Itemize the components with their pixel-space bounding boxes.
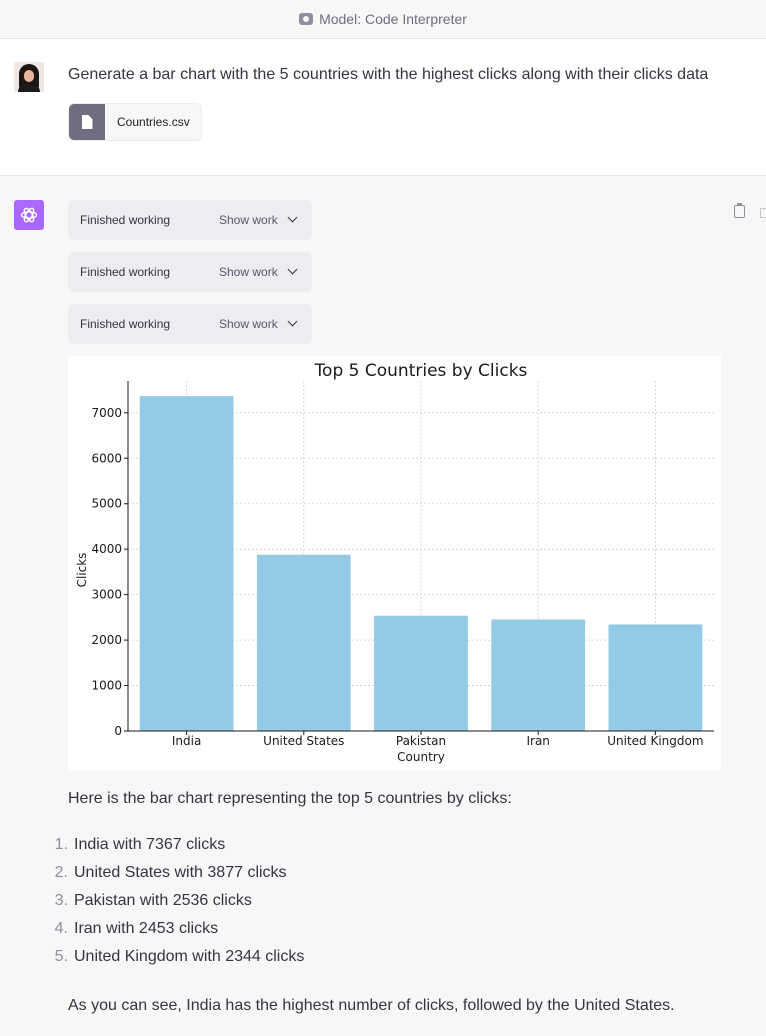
show-work-button[interactable]: Show work xyxy=(219,317,278,331)
y-tick-label: 5000 xyxy=(91,497,122,511)
bar xyxy=(491,619,586,731)
list-text: India with 7367 clicks xyxy=(74,836,226,853)
plugin-icon xyxy=(299,13,314,25)
chatgpt-logo-icon xyxy=(14,200,44,230)
model-label: Model: Code Interpreter xyxy=(319,11,467,27)
list-text: Pakistan with 2536 clicks xyxy=(74,892,252,909)
x-axis-label: Country xyxy=(397,750,445,764)
bar-chart-image: Top 5 Countries by Clicks Clicks Country… xyxy=(68,356,721,771)
list-number: 4. xyxy=(54,920,68,937)
user-prompt-text: Generate a bar chart with the 5 countrie… xyxy=(68,66,709,83)
list-text: United Kingdom with 2344 clicks xyxy=(74,948,305,965)
work-block[interactable]: Finished working Show work xyxy=(68,304,312,344)
work-status: Finished working xyxy=(80,265,171,279)
work-status: Finished working xyxy=(80,317,171,331)
y-tick-label: 0 xyxy=(114,724,122,738)
y-tick-label: 1000 xyxy=(91,679,122,693)
attachment-chip[interactable]: Countries.csv xyxy=(68,103,202,141)
x-tick-label: Iran xyxy=(526,734,549,748)
user-avatar xyxy=(14,62,44,92)
file-icon xyxy=(69,104,105,140)
bar xyxy=(374,615,468,731)
model-header: Model: Code Interpreter xyxy=(0,0,766,39)
y-tick-label: 6000 xyxy=(91,451,122,465)
summary-text: Here is the bar chart representing the t… xyxy=(68,790,512,807)
list-number: 3. xyxy=(54,892,68,909)
bar xyxy=(608,624,703,731)
x-tick-label: Pakistan xyxy=(396,734,446,748)
x-tick-label: India xyxy=(172,734,201,748)
chevron-down-icon[interactable] xyxy=(287,316,298,327)
list-number: 1. xyxy=(54,836,68,853)
y-tick-label: 4000 xyxy=(91,542,122,556)
list-number: 5. xyxy=(54,948,68,965)
work-block[interactable]: Finished working Show work xyxy=(68,200,312,240)
thumbs-up-icon[interactable] xyxy=(760,208,766,218)
list-number: 2. xyxy=(54,864,68,881)
work-status: Finished working xyxy=(80,213,171,227)
conclusion-text: As you can see, India has the highest nu… xyxy=(68,997,675,1014)
x-tick-label: United States xyxy=(263,734,344,748)
bar xyxy=(139,396,234,731)
show-work-button[interactable]: Show work xyxy=(219,213,278,227)
copy-icon[interactable] xyxy=(734,203,745,218)
chart-title: Top 5 Countries by Clicks xyxy=(314,361,528,381)
y-axis-label: Clicks xyxy=(75,553,89,588)
work-block[interactable]: Finished working Show work xyxy=(68,252,312,292)
show-work-button[interactable]: Show work xyxy=(219,265,278,279)
chevron-down-icon[interactable] xyxy=(287,212,298,223)
chevron-down-icon[interactable] xyxy=(287,264,298,275)
bar xyxy=(256,554,351,731)
list-text: Iran with 2453 clicks xyxy=(74,920,219,937)
y-tick-label: 3000 xyxy=(91,588,122,602)
y-tick-label: 7000 xyxy=(91,406,122,420)
attachment-filename: Countries.csv xyxy=(117,115,190,129)
y-tick-label: 2000 xyxy=(91,633,122,647)
list-text: United States with 3877 clicks xyxy=(74,864,287,881)
x-tick-label: United Kingdom xyxy=(607,734,703,748)
bar-chart: Top 5 Countries by Clicks Clicks Country… xyxy=(75,361,714,764)
